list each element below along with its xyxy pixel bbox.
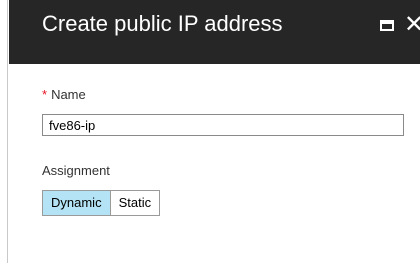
assignment-label: Assignment xyxy=(42,163,110,178)
blade-header: Create public IP address ✕ xyxy=(9,0,420,64)
blade-content: *Name Assignment Dynamic Static xyxy=(9,64,420,263)
blade-left-edge xyxy=(0,0,8,263)
name-input[interactable] xyxy=(42,114,404,136)
assignment-option-dynamic[interactable]: Dynamic xyxy=(43,191,111,215)
required-marker: * xyxy=(42,87,48,102)
assignment-option-static[interactable]: Static xyxy=(111,191,160,215)
maximize-icon xyxy=(380,20,394,31)
close-icon: ✕ xyxy=(404,11,420,38)
name-label-text: Name xyxy=(51,87,86,102)
create-public-ip-blade: Create public IP address ✕ *Name Assignm… xyxy=(0,0,420,263)
maximize-button[interactable] xyxy=(377,16,399,36)
blade-title: Create public IP address xyxy=(42,11,283,36)
name-field-label: * Name xyxy=(42,87,86,103)
close-button[interactable]: ✕ xyxy=(404,12,420,38)
assignment-toggle: Dynamic Static xyxy=(42,190,161,216)
